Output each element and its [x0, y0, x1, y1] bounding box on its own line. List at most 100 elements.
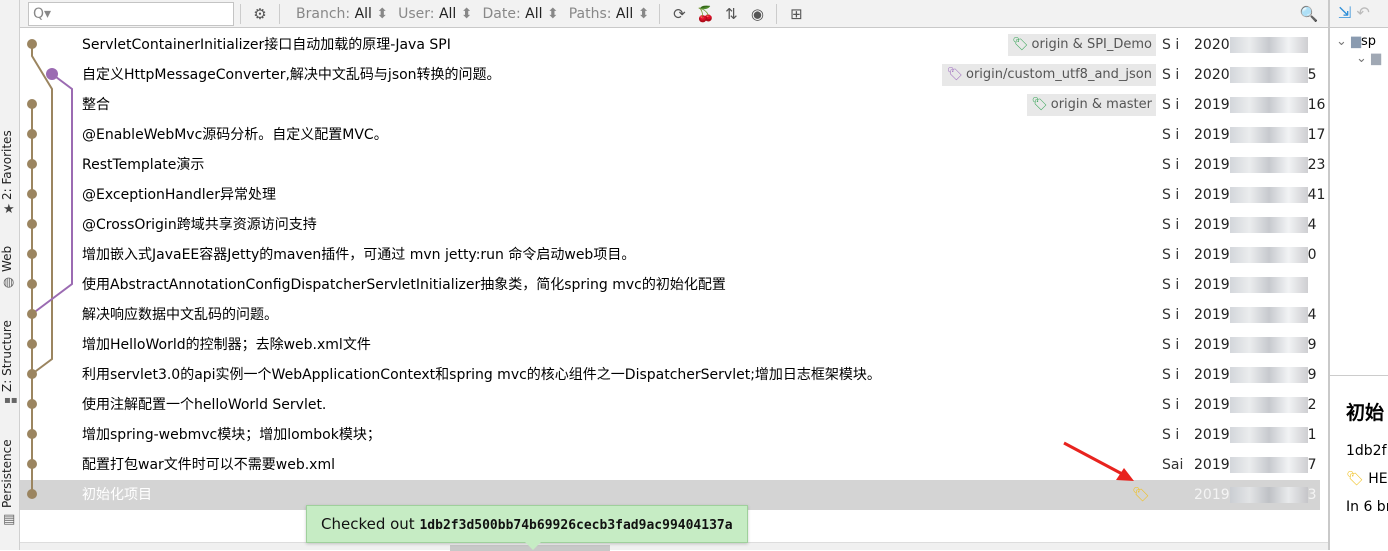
- blurred-date: [1229, 127, 1308, 143]
- commit-node[interactable]: [27, 459, 37, 469]
- search-icon[interactable]: 🔍: [1296, 5, 1322, 23]
- commit-message: 使用注解配置一个helloWorld Servlet.: [82, 397, 327, 413]
- commit-row[interactable]: RestTemplate演示 S i 2019 23: [20, 150, 1325, 180]
- commit-node[interactable]: [27, 429, 37, 439]
- branch-tag[interactable]: 🏷 origin & SPI_Demo: [1008, 34, 1156, 56]
- commit-message: @CrossOrigin跨域共享资源访问支持: [82, 217, 317, 233]
- commit-row[interactable]: 使用AbstractAnnotationConfigDispatcherServ…: [20, 270, 1320, 300]
- blurred-date: [1229, 277, 1308, 293]
- commit-row[interactable]: 利用servlet3.0的api实例一个WebApplicationContex…: [20, 360, 1320, 390]
- blurred-date: [1229, 307, 1308, 323]
- cherry-pick-icon[interactable]: 🍒: [692, 5, 718, 23]
- commit-message: @ExceptionHandler异常处理: [82, 187, 277, 203]
- commit-hash-short[interactable]: 1db2f: [1346, 443, 1388, 459]
- new-tab-icon[interactable]: ⊞: [783, 5, 809, 23]
- commit-node[interactable]: [27, 39, 37, 49]
- commit-node[interactable]: [27, 159, 37, 169]
- commit-node[interactable]: [27, 399, 37, 409]
- commit-message: 增加HelloWorld的控制器；去除web.xml文件: [82, 337, 371, 353]
- commit-row[interactable]: 增加HelloWorld的控制器；去除web.xml文件 S i 2019 9: [20, 330, 1320, 360]
- commit-row[interactable]: 自定义HttpMessageConverter,解决中文乱码与json转换的问题…: [20, 60, 1320, 90]
- commit-date: 2019 7: [1194, 457, 1317, 473]
- commit-row[interactable]: @CrossOrigin跨域共享资源访问支持 S i 2019 4: [20, 210, 1320, 240]
- commit-title: 初始: [1346, 402, 1385, 424]
- commit-row[interactable]: 增加嵌入式JavaEE容器Jetty的maven插件，可通过 mvn jetty…: [20, 240, 1320, 270]
- commit-node[interactable]: [27, 309, 37, 319]
- branch-tag[interactable]: 🏷 origin & master: [1027, 94, 1156, 116]
- commit-author: S i: [1162, 247, 1180, 263]
- commit-author: S i: [1162, 367, 1180, 383]
- settings-icon[interactable]: ⚙: [247, 5, 273, 23]
- commit-author: S i: [1162, 67, 1180, 83]
- sort-icon[interactable]: ⇅: [718, 5, 744, 23]
- commit-author: S i: [1162, 427, 1180, 443]
- commit-row[interactable]: @ExceptionHandler异常处理 S i 2019 41: [20, 180, 1325, 210]
- tree-root[interactable]: ⌄ ▆sp: [1330, 28, 1388, 49]
- commit-date: 2019 41: [1194, 187, 1326, 203]
- commit-hash: 1db2f3d500bb74b69926cecb3fad9ac99404137a: [419, 518, 733, 533]
- blurred-date: [1229, 397, 1308, 413]
- blurred-date: [1229, 37, 1308, 53]
- structure-icon: ▪▪: [4, 395, 18, 406]
- user-filter[interactable]: User: All ⬍: [398, 6, 472, 22]
- commit-author: S i: [1162, 37, 1180, 53]
- branches-text[interactable]: In 6 br: [1346, 499, 1388, 515]
- blurred-date: [1229, 457, 1308, 473]
- commit-author: S i: [1162, 397, 1180, 413]
- commit-date: 2019 3: [1194, 487, 1317, 503]
- commit-date: 2019 9: [1194, 367, 1317, 383]
- commit-node[interactable]: [27, 249, 37, 259]
- collapse-icon[interactable]: ⇲: [1338, 3, 1351, 22]
- commit-row[interactable]: ServletContainerInitializer接口自动加载的原理-Jav…: [20, 30, 1320, 60]
- commit-node[interactable]: [46, 68, 58, 80]
- persistence-icon: ▤: [3, 512, 16, 527]
- undo-icon[interactable]: ↶: [1357, 3, 1370, 22]
- details-panel: ⇲ ↶ ⌄ ▆sp ⌄ ▆ 初始 1db2f 🏷 HE In 6 br: [1328, 0, 1388, 550]
- commit-message: 增加spring-webmvc模块；增加lombok模块；: [82, 427, 381, 443]
- commit-node[interactable]: [27, 189, 37, 199]
- commit-author: S i: [1162, 337, 1180, 353]
- commit-row[interactable]: 整合 🏷 origin & master S i 2019 16: [20, 90, 1325, 120]
- branch-tag[interactable]: 🏷 origin/custom_utf8_and_json: [942, 64, 1156, 86]
- blurred-date: [1229, 217, 1308, 233]
- commit-node[interactable]: [27, 279, 37, 289]
- search-input[interactable]: Q▾: [28, 1, 234, 26]
- commit-row[interactable]: 解决响应数据中文乱码的问题。 S i 2019 4: [20, 300, 1320, 330]
- refresh-icon[interactable]: ⟳: [666, 5, 692, 23]
- commit-author: S i: [1162, 127, 1180, 143]
- tool-window-strip: 2: Favorites ★ Web ◍ Z: Structure ▪▪ Per…: [0, 0, 20, 550]
- commit-node[interactable]: [27, 369, 37, 379]
- tag-icon: 🏷: [1346, 471, 1364, 487]
- branch-line: [31, 44, 53, 375]
- eye-icon[interactable]: ◉: [744, 5, 770, 23]
- commit-date: 2020 5: [1194, 67, 1317, 83]
- commit-author: Sai: [1162, 457, 1184, 473]
- tree-child[interactable]: ⌄ ▆: [1330, 49, 1388, 66]
- blurred-date: [1229, 97, 1308, 113]
- commit-node[interactable]: [27, 339, 37, 349]
- commit-node[interactable]: [27, 489, 37, 499]
- blurred-date: [1229, 187, 1308, 203]
- commit-row[interactable]: 使用注解配置一个helloWorld Servlet. S i 2019 2: [20, 390, 1320, 420]
- blurred-date: [1229, 487, 1308, 503]
- blurred-date: [1229, 367, 1308, 383]
- commit-node[interactable]: [27, 129, 37, 139]
- star-icon: ★: [3, 202, 15, 217]
- tag-icon: 🏷: [1031, 97, 1048, 112]
- commit-message: 自定义HttpMessageConverter,解决中文乱码与json转换的问题…: [82, 67, 501, 83]
- commit-date: 2019: [1194, 270, 1308, 300]
- commit-author: S i: [1162, 307, 1180, 323]
- globe-icon: ◍: [3, 275, 15, 290]
- commit-message: RestTemplate演示: [82, 157, 205, 173]
- commit-node[interactable]: [27, 99, 37, 109]
- commit-row[interactable]: @EnableWebMvc源码分析。自定义配置MVC。 S i 2019 17: [20, 120, 1325, 150]
- commit-date: 2019 9: [1194, 337, 1317, 353]
- branch-filter[interactable]: Branch: All ⬍: [296, 6, 388, 22]
- commit-date: 2019 0: [1194, 247, 1317, 263]
- commit-node[interactable]: [27, 219, 37, 229]
- paths-filter[interactable]: Paths: All ⬍: [569, 6, 650, 22]
- date-filter[interactable]: Date: All ⬍: [483, 6, 559, 22]
- commit-date: 2019 4: [1194, 217, 1317, 233]
- tag-icon: 🏷: [946, 67, 963, 82]
- commit-message: @EnableWebMvc源码分析。自定义配置MVC。: [82, 127, 388, 143]
